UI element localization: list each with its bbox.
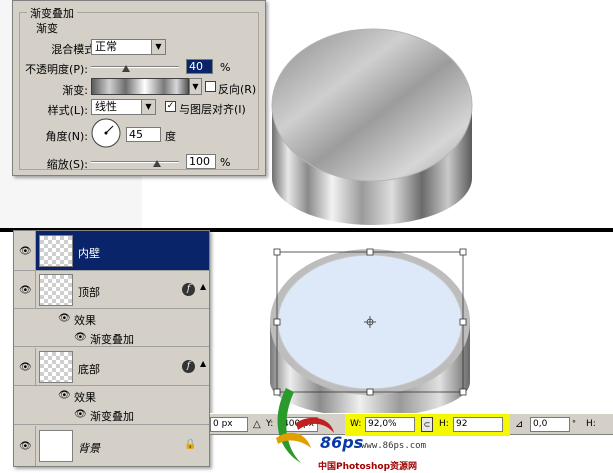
layer-name: 背景 bbox=[78, 442, 100, 455]
effects-label: 效果 bbox=[74, 314, 96, 327]
gradient-picker[interactable] bbox=[91, 78, 189, 95]
w-label: W: bbox=[350, 419, 362, 429]
scale-slider-thumb[interactable] bbox=[153, 160, 161, 167]
scale-input[interactable]: 100 bbox=[186, 154, 216, 169]
gradient-overlay-panel: 渐变叠加 渐变 混合模式: 正常 ▼ 不透明度(P): 40 % 渐变: ▼ 反… bbox=[12, 0, 266, 176]
eye-icon[interactable]: 👁 bbox=[74, 332, 88, 343]
fx-icon[interactable]: f bbox=[182, 360, 195, 373]
height-input[interactable]: 92 bbox=[453, 417, 503, 432]
angle-dial[interactable] bbox=[90, 117, 122, 149]
blend-mode-select[interactable]: 正常 ▼ bbox=[91, 39, 166, 55]
layer-row-inner-wall[interactable]: 👁 内壁 bbox=[14, 231, 209, 271]
layer-row-bottom[interactable]: 👁 底部 f ▲ bbox=[14, 348, 209, 386]
link-icon[interactable]: ⊂ bbox=[421, 417, 433, 432]
visibility-toggle[interactable]: 👁 bbox=[14, 271, 36, 308]
align-layer-checkbox[interactable]: ✓ bbox=[165, 101, 176, 112]
layer-name: 顶部 bbox=[78, 286, 100, 299]
opacity-slider[interactable] bbox=[91, 66, 179, 68]
eye-icon: 👁 bbox=[19, 441, 32, 452]
angle-input[interactable]: 45 bbox=[126, 127, 161, 142]
layer-thumbnail bbox=[39, 274, 73, 306]
reverse-checkbox[interactable] bbox=[205, 81, 216, 92]
effect-col bbox=[14, 328, 36, 346]
logo-url[interactable]: www.86ps.com bbox=[361, 441, 426, 451]
fx-icon[interactable]: f bbox=[182, 283, 195, 296]
expand-arrow-icon[interactable]: ▲ bbox=[200, 359, 206, 368]
layer-effects-row[interactable]: 👁 效果 bbox=[14, 309, 209, 328]
angle-unit: 度 bbox=[165, 130, 176, 143]
layer-row-top[interactable]: 👁 顶部 f ▲ bbox=[14, 271, 209, 309]
logo-brand: 86ps bbox=[320, 433, 364, 452]
layer-row-background[interactable]: 👁 背景 🔒 bbox=[14, 426, 209, 466]
effects-col bbox=[14, 309, 36, 328]
layer-effects-row[interactable]: 👁 效果 bbox=[14, 386, 209, 405]
layer-name: 底部 bbox=[78, 363, 100, 376]
eye-icon: 👁 bbox=[19, 362, 32, 373]
layer-thumbnail bbox=[39, 351, 73, 383]
layer-thumbnail bbox=[39, 235, 73, 267]
lock-icon: 🔒 bbox=[184, 439, 197, 450]
gradient-label: 渐变: bbox=[62, 84, 88, 97]
scale-label: 缩放(S): bbox=[46, 158, 88, 171]
opacity-input[interactable]: 40 bbox=[186, 59, 213, 74]
visibility-toggle[interactable]: 👁 bbox=[14, 426, 36, 466]
x-position-input[interactable]: 0 px bbox=[210, 417, 248, 432]
effect-col bbox=[14, 405, 36, 424]
h-label: H: bbox=[439, 419, 449, 429]
eye-icon[interactable]: 👁 bbox=[58, 313, 72, 324]
chevron-down-icon: ▼ bbox=[151, 40, 165, 54]
panel-title: 渐变叠加 bbox=[27, 5, 77, 21]
reverse-label: 反向(R) bbox=[218, 83, 257, 96]
eye-icon[interactable]: 👁 bbox=[58, 390, 72, 401]
chevron-down-icon: ▼ bbox=[141, 100, 155, 114]
degree-icon: ° bbox=[572, 419, 576, 428]
align-layer-label: 与图层对齐(I) bbox=[179, 103, 246, 116]
angle-label: 角度(N): bbox=[45, 130, 88, 143]
layer-effect-item[interactable]: 👁 渐变叠加 bbox=[14, 405, 209, 425]
logo-swoosh-icon bbox=[276, 388, 334, 463]
layers-panel: 👁 内壁 👁 顶部 f ▲ 👁 效果 👁 渐变叠加 👁 底部 f ▲ 👁 效果 … bbox=[13, 230, 210, 467]
scale-percent: % bbox=[220, 156, 231, 169]
logo-caption: 中国Photoshop资源网 bbox=[318, 462, 418, 472]
eye-icon: 👁 bbox=[19, 285, 32, 296]
effects-col bbox=[14, 386, 36, 405]
rotate-icon: ⊿ bbox=[515, 419, 524, 430]
opacity-label: 不透明度(P): bbox=[25, 63, 88, 76]
layer-name: 内壁 bbox=[78, 247, 100, 260]
layer-effect-item[interactable]: 👁 渐变叠加 bbox=[14, 328, 209, 347]
eye-icon: 👁 bbox=[19, 246, 32, 257]
visibility-toggle[interactable]: 👁 bbox=[14, 348, 36, 385]
blend-mode-label: 混合模式: bbox=[51, 43, 99, 56]
style-select[interactable]: 线性 ▼ bbox=[91, 99, 156, 115]
effect-name: 渐变叠加 bbox=[90, 410, 134, 423]
effect-name: 渐变叠加 bbox=[90, 333, 134, 346]
eye-icon[interactable]: 👁 bbox=[74, 409, 88, 420]
h-skew-label: H: bbox=[586, 419, 596, 429]
style-label: 样式(L): bbox=[47, 104, 88, 117]
opacity-slider-thumb[interactable] bbox=[122, 65, 131, 72]
visibility-toggle[interactable]: 👁 bbox=[14, 231, 36, 270]
layer-thumbnail bbox=[39, 430, 73, 462]
opacity-percent: % bbox=[220, 61, 231, 74]
effects-label: 效果 bbox=[74, 391, 96, 404]
blend-mode-value: 正常 bbox=[95, 40, 117, 53]
group-title: 渐变 bbox=[33, 20, 61, 36]
angle-input[interactable]: 0,0 bbox=[530, 417, 570, 432]
gradient-dropdown-icon[interactable]: ▼ bbox=[189, 78, 202, 95]
scale-slider[interactable] bbox=[91, 161, 179, 163]
expand-arrow-icon[interactable]: ▲ bbox=[200, 282, 206, 291]
style-value: 线性 bbox=[95, 100, 117, 113]
width-input[interactable]: 92,0% bbox=[365, 417, 415, 432]
